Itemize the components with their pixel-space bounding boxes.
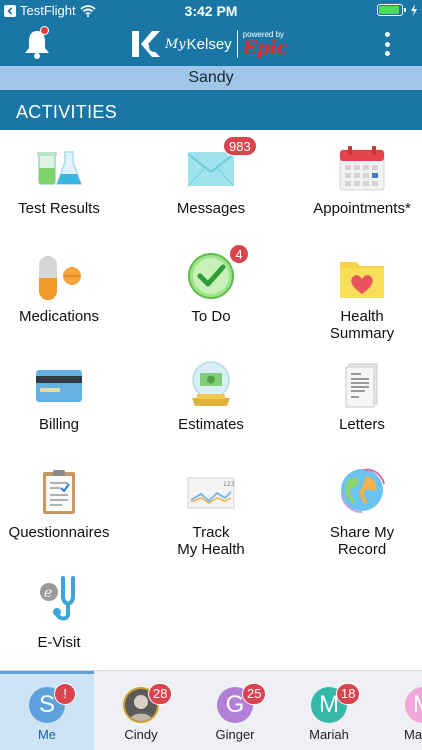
activity-estimates[interactable]: Estimates [141,346,281,446]
battery-fill [379,6,399,14]
svg-text:e: e [44,585,52,601]
proxy-ginger[interactable]: G 25 Ginger [188,671,282,750]
activity-track-my-health[interactable]: 123 Track My Health [141,454,281,558]
activity-label: Letters [339,416,385,433]
proxy-name: Me [37,727,57,742]
activity-label: Messages [176,200,246,217]
activity-label: E-Visit [37,634,81,651]
epic-text: Epic [242,36,288,59]
logo-divider [236,30,238,58]
activity-label: Health Summary [329,308,395,342]
test-results-icon [37,151,83,185]
status-right [377,4,418,16]
activity-label: Test Results [18,200,100,217]
activity-label: Track My Health [177,524,245,558]
avatar: M [405,687,422,723]
activity-label: Questionnaires [8,524,110,541]
proxy-switcher: S ! Me 28 Cindy G 25 Ginger M 18 Mariah … [0,670,422,750]
proxy-mar[interactable]: M Mar [376,671,422,750]
status-time: 3:42 PM [184,3,238,19]
logo-kelsey-text: Kelsey [186,35,232,53]
charging-icon [411,4,417,16]
activity-medications[interactable]: Medications [0,238,129,338]
notification-dot [40,26,49,35]
activity-label: Estimates [178,416,244,433]
letters-icon [345,363,378,408]
activity-test-results[interactable]: Test Results [0,130,129,230]
e-visit-icon: e [40,576,75,621]
proxy-cindy[interactable]: 28 Cindy [94,671,188,750]
battery-icon [377,4,406,16]
mykelsey-logo: My Kelsey powered by Epic [132,28,288,60]
to-do-icon [188,253,234,299]
activity-label: Share My Record [329,524,395,558]
kebab-menu-icon[interactable] [380,32,394,56]
proxy-badge: 25 [242,683,267,705]
activity-questionnaires[interactable]: Questionnaires [0,454,129,554]
activity-share-my-record[interactable]: Share My Record [292,454,422,558]
svg-text:123: 123 [223,481,235,488]
logo-my-text: My [165,36,186,52]
activity-messages[interactable]: 983 Messages [141,130,281,230]
alert-badge: ! [54,683,76,705]
activity-label: Billing [38,416,80,433]
to-do-badge: 4 [229,244,249,264]
proxy-badge: 18 [336,683,361,705]
activities-heading: ACTIVITIES [0,90,422,130]
app-header: My Kelsey powered by Epic [0,22,422,66]
messages-badge: 983 [223,136,257,156]
activity-label: Medications [18,308,100,325]
proxy-name: Mar [404,727,422,742]
activity-e-visit[interactable]: e E-Visit [0,562,129,662]
activity-health-summary[interactable]: Health Summary [292,238,422,342]
status-bar: TestFlight 3:42 PM [0,0,422,22]
estimates-icon [192,361,230,406]
proxy-name: Mariah [309,727,349,742]
health-summary-icon [340,262,384,298]
activity-appointments[interactable]: Appointments* [292,130,422,230]
billing-icon [36,370,82,402]
kelsey-k-icon [132,29,162,59]
activity-billing[interactable]: Billing [0,346,129,446]
medications-icon [39,256,81,300]
proxy-name: Cindy [124,727,158,742]
activity-label: To Do [191,308,231,325]
appointments-icon [339,146,385,191]
activity-letters[interactable]: Letters [292,346,422,446]
patient-name-bar: Sandy [0,66,422,90]
track-my-health-icon: 123 [187,477,235,509]
proxy-name: Ginger [215,727,255,742]
activity-label: Appointments* [313,200,411,217]
share-my-record-icon [341,468,385,513]
questionnaires-icon [43,470,75,514]
proxy-badge: 28 [148,683,173,705]
proxy-me[interactable]: S ! Me [0,671,94,750]
proxy-mariah[interactable]: M 18 Mariah [282,671,376,750]
activity-to-do[interactable]: 4 To Do [141,238,281,338]
epic-logo: powered by Epic [242,30,288,59]
